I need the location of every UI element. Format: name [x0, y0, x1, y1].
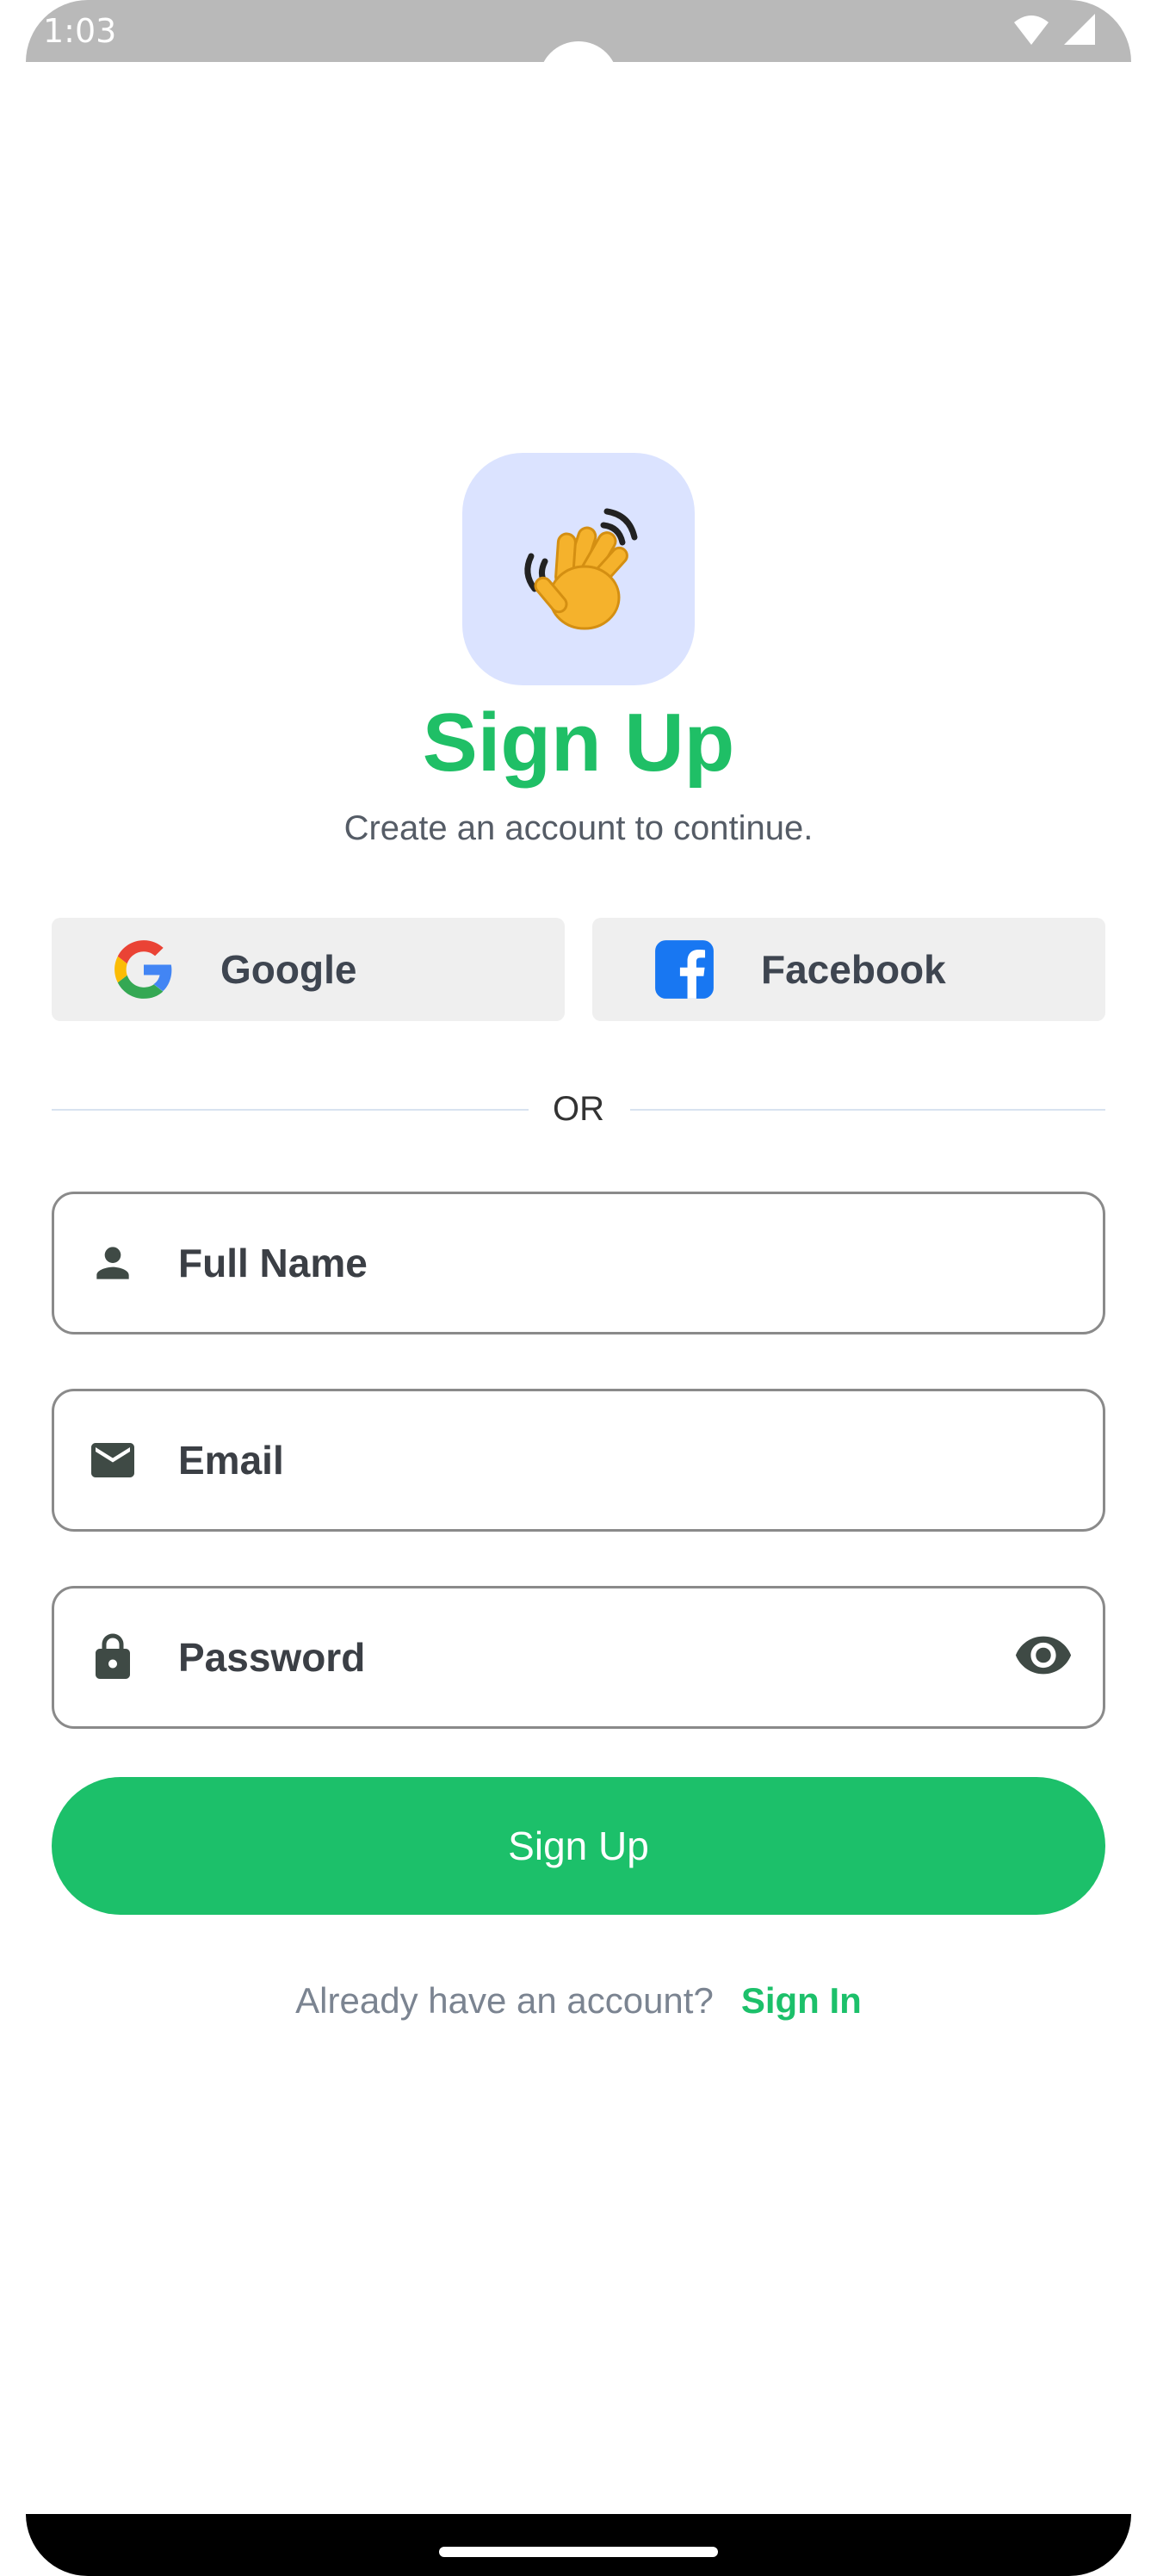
google-signin-button[interactable]: Google — [52, 918, 565, 1021]
full-name-field[interactable] — [52, 1192, 1105, 1334]
eye-icon[interactable] — [1013, 1625, 1073, 1690]
facebook-signin-button[interactable]: Facebook — [592, 918, 1105, 1021]
signin-prompt: Already have an account? Sign In — [0, 1980, 1157, 2022]
divider-left — [52, 1109, 529, 1111]
mail-icon — [87, 1434, 139, 1486]
google-label: Google — [220, 947, 357, 992]
navigation-bar — [26, 2514, 1131, 2576]
page-title: Sign Up — [422, 697, 735, 789]
facebook-icon — [655, 940, 714, 999]
home-indicator[interactable] — [439, 2547, 718, 2557]
wifi-icon — [1014, 15, 1049, 45]
status-icons — [1012, 12, 1097, 46]
divider-right — [630, 1109, 1105, 1111]
google-icon — [114, 940, 172, 999]
or-divider-text: OR — [553, 1090, 604, 1128]
app-logo — [462, 453, 695, 685]
page-subtitle: Create an account to continue. — [343, 809, 814, 847]
password-field[interactable] — [52, 1586, 1105, 1729]
waving-hand-icon — [524, 508, 638, 630]
sign-in-link[interactable]: Sign In — [741, 1980, 862, 2021]
signin-question: Already have an account? — [295, 1980, 714, 2021]
lock-icon — [87, 1632, 139, 1683]
email-input[interactable] — [176, 1436, 955, 1484]
status-time: 1:03 — [43, 12, 117, 50]
email-field[interactable] — [52, 1389, 1105, 1532]
person-icon — [87, 1237, 139, 1289]
signal-icon — [1064, 14, 1095, 45]
password-input[interactable] — [176, 1633, 955, 1681]
sign-up-button[interactable]: Sign Up — [52, 1777, 1105, 1915]
full-name-input[interactable] — [176, 1239, 955, 1287]
facebook-label: Facebook — [761, 947, 946, 992]
